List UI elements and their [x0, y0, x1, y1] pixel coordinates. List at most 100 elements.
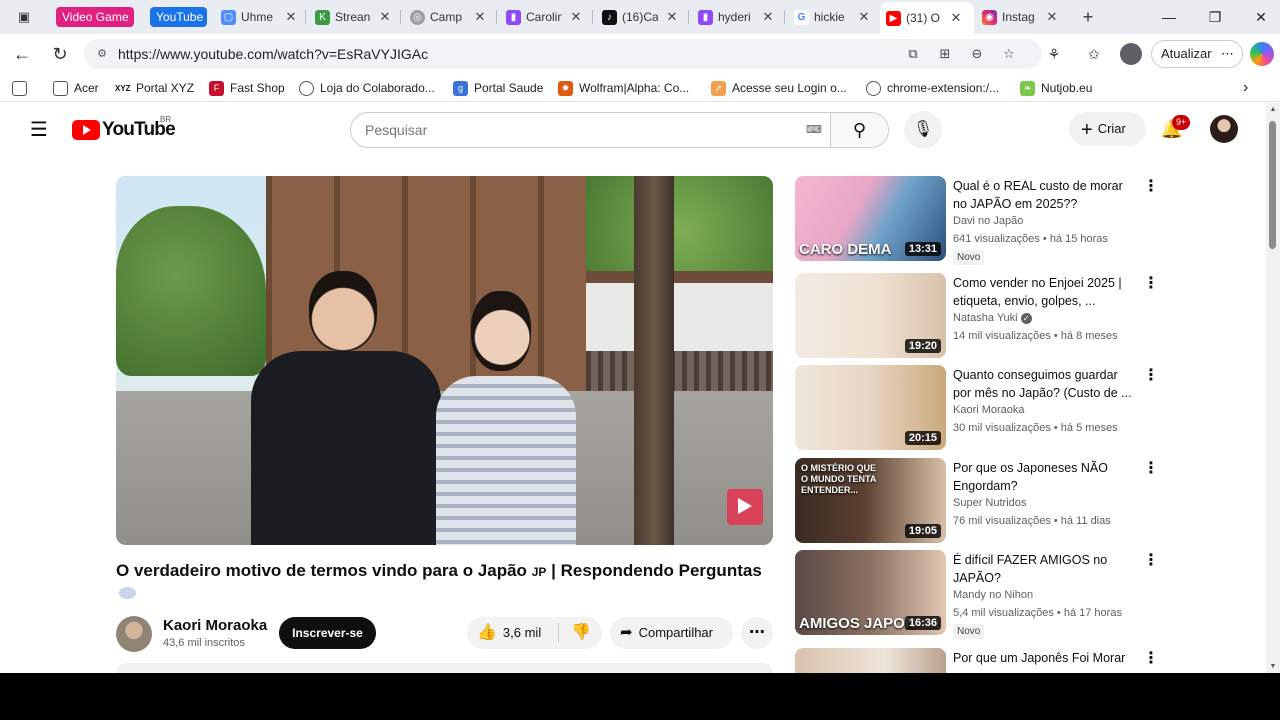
video-thumbnail[interactable]: O MISTÉRIO QUE O MUNDO TENTA ENTENDER...…	[795, 458, 946, 543]
bookmarks-overflow-icon[interactable]: ›	[1243, 80, 1248, 96]
tab-camp[interactable]: ◎ Camp ✕	[404, 4, 488, 30]
recommendation-title[interactable]: Como vender no Enjoei 2025 | etiqueta, e…	[953, 274, 1139, 310]
subscribe-button[interactable]: Inscrever-se	[279, 617, 376, 649]
recommendation-item[interactable]: 19:20 Como vender no Enjoei 2025 | etiqu…	[795, 273, 1165, 358]
zoom-icon[interactable]: ⊖	[968, 45, 986, 63]
video-options-icon[interactable]: ⋮	[1143, 274, 1159, 294]
bookmarks-sidebar-icon[interactable]	[12, 80, 33, 96]
video-player[interactable]	[116, 176, 773, 545]
update-button[interactable]: Atualizar ⋯	[1151, 40, 1243, 68]
site-info-icon[interactable]: ⚙	[94, 46, 110, 62]
tab-hickie[interactable]: G hickie ✕	[788, 4, 872, 30]
like-button[interactable]: 👍 3,6 mil	[477, 617, 541, 649]
video-options-icon[interactable]: ⋮	[1143, 459, 1159, 479]
bookmark-chrome-extension[interactable]: chrome-extension:/...	[866, 80, 999, 96]
back-icon[interactable]: ←	[10, 42, 34, 66]
bookmark-portal-xyz[interactable]: XYZ Portal XYZ	[115, 80, 194, 96]
recommendation-item[interactable]: 20:15 Quanto conseguimos guardar por mês…	[795, 365, 1165, 450]
address-bar[interactable]: ⚙ https://www.youtube.com/watch?v=EsRaVY…	[84, 39, 1042, 69]
tab-youtube-active[interactable]: ▶ (31) O ✕	[880, 2, 974, 34]
restore-icon[interactable]: ❐	[1203, 6, 1227, 28]
channel-name[interactable]: Kaori Moraoka	[163, 617, 267, 634]
create-button[interactable]: + Criar	[1069, 112, 1146, 146]
close-icon[interactable]: ✕	[856, 9, 872, 25]
profile-avatar[interactable]	[1120, 43, 1142, 65]
share-button[interactable]: ➦ Compartilhar	[610, 617, 733, 649]
app-available-icon[interactable]: ⊞	[936, 45, 954, 63]
minimize-icon[interactable]: —	[1157, 6, 1181, 28]
translate-icon[interactable]: ⧉	[904, 45, 922, 63]
scrollbar-thumb[interactable]	[1269, 121, 1276, 249]
recommendation-title[interactable]: É difícil FAZER AMIGOS no JAPÃO?	[953, 551, 1139, 587]
tab-group-video-game[interactable]: Video Game	[56, 7, 134, 27]
tab-instagram[interactable]: ◉ Instag ✕	[976, 4, 1060, 30]
dislike-button[interactable]: 👎	[567, 617, 595, 649]
keyboard-icon[interactable]: ⌨	[806, 123, 824, 137]
new-tab-icon[interactable]: +	[1078, 7, 1098, 27]
bookmark-acesse-login[interactable]: ➚ Acesse seu Login o...	[711, 80, 847, 96]
bookmark-wolfram[interactable]: ✹ Wolfram|Alpha: Co...	[558, 80, 689, 96]
recommendation-item[interactable]: O MISTÉRIO QUE O MUNDO TENTA ENTENDER...…	[795, 458, 1165, 543]
close-icon[interactable]: ✕	[948, 10, 964, 26]
bookmark-loja[interactable]: Loja do Colaborado...	[299, 80, 435, 96]
recommendation-channel[interactable]: Kaori Moraoka	[953, 404, 1025, 416]
account-avatar[interactable]	[1210, 115, 1238, 143]
channel-avatar[interactable]	[116, 616, 152, 652]
search-box[interactable]: Pesquisar ⌨ ⚲	[350, 112, 889, 148]
reload-icon[interactable]: ↻	[48, 42, 72, 66]
search-input[interactable]: Pesquisar	[365, 122, 427, 138]
favorite-star-icon[interactable]: ☆	[1000, 45, 1018, 63]
close-icon[interactable]: ✕	[760, 9, 776, 25]
voice-search-button[interactable]: 🎙	[904, 111, 942, 149]
copilot-icon[interactable]	[1250, 42, 1274, 66]
tab-hyderi[interactable]: ▮ hyderi ✕	[692, 4, 776, 30]
window-close-icon[interactable]: ✕	[1249, 6, 1273, 28]
close-icon[interactable]: ✕	[472, 9, 488, 25]
recommendation-item[interactable]: AMIGOS JAPON 16:36 É difícil FAZER AMIGO…	[795, 550, 1165, 639]
video-options-icon[interactable]: ⋮	[1143, 649, 1159, 669]
video-thumbnail[interactable]: CARO DEMA 13:31	[795, 176, 946, 261]
recommendation-item[interactable]: CARO DEMA 13:31 Qual é o REAL custo de m…	[795, 176, 1165, 265]
bookmark-portal-saude[interactable]: g Portal Saude	[453, 80, 543, 96]
channel-watermark[interactable]	[727, 489, 763, 525]
url-text[interactable]: https://www.youtube.com/watch?v=EsRaVYJI…	[118, 46, 428, 62]
scroll-down-icon[interactable]: ▼	[1269, 663, 1277, 670]
tab-group-youtube[interactable]: YouTube	[150, 7, 207, 27]
recommendation-channel[interactable]: Mandy no Nihon	[953, 589, 1033, 601]
page-scrollbar[interactable]: ▲ ▼	[1266, 103, 1280, 673]
extensions-icon[interactable]: ⚘	[1043, 43, 1065, 65]
tab-uhme[interactable]: ▢ Uhme ✕	[215, 4, 299, 30]
close-icon[interactable]: ✕	[283, 9, 299, 25]
search-button[interactable]: ⚲	[830, 113, 888, 147]
description-box[interactable]	[116, 663, 773, 673]
recommendation-title[interactable]: Qual é o REAL custo de morar no JAPÃO em…	[953, 177, 1139, 213]
video-options-icon[interactable]: ⋮	[1143, 551, 1159, 571]
video-thumbnail[interactable]	[795, 648, 946, 673]
recommendation-item[interactable]: Por que um Japonês Foi Morar ⋮	[795, 648, 1165, 673]
close-icon[interactable]: ✕	[664, 9, 680, 25]
video-options-icon[interactable]: ⋮	[1143, 177, 1159, 197]
bookmark-nutjob[interactable]: ❧ Nutjob.eu	[1020, 80, 1092, 96]
favorites-icon[interactable]: ✩	[1083, 43, 1105, 65]
bookmark-fast-shop[interactable]: F Fast Shop	[209, 80, 285, 96]
more-options-icon[interactable]: ⋯	[1221, 41, 1234, 67]
tab-carolin[interactable]: ▮ Carolin ✕	[500, 4, 584, 30]
bookmark-acer[interactable]: Acer	[53, 80, 99, 96]
recommendation-title[interactable]: Quanto conseguimos guardar por mês no Ja…	[953, 366, 1139, 402]
recommendation-channel[interactable]: Davi no Japão	[953, 215, 1023, 227]
recommendation-title[interactable]: Por que os Japoneses NÃO Engordam?	[953, 459, 1139, 495]
tab-stream[interactable]: K Strean ✕	[309, 4, 393, 30]
menu-icon[interactable]: ☰	[28, 119, 50, 141]
youtube-logo[interactable]: YouTube BR	[72, 115, 176, 141]
video-options-icon[interactable]: ⋮	[1143, 366, 1159, 386]
recommendation-channel[interactable]: Natasha Yuki ✓	[953, 312, 1032, 324]
close-icon[interactable]: ✕	[1044, 9, 1060, 25]
video-thumbnail[interactable]: AMIGOS JAPON 16:36	[795, 550, 946, 635]
tab-actions-icon[interactable]: ▣	[14, 7, 34, 27]
video-thumbnail[interactable]: 19:20	[795, 273, 946, 358]
video-thumbnail[interactable]: 20:15	[795, 365, 946, 450]
more-actions-button[interactable]: ⋯	[741, 617, 773, 649]
recommendation-title[interactable]: Por que um Japonês Foi Morar	[953, 649, 1139, 667]
close-icon[interactable]: ✕	[377, 9, 393, 25]
scroll-up-icon[interactable]: ▲	[1269, 106, 1277, 113]
